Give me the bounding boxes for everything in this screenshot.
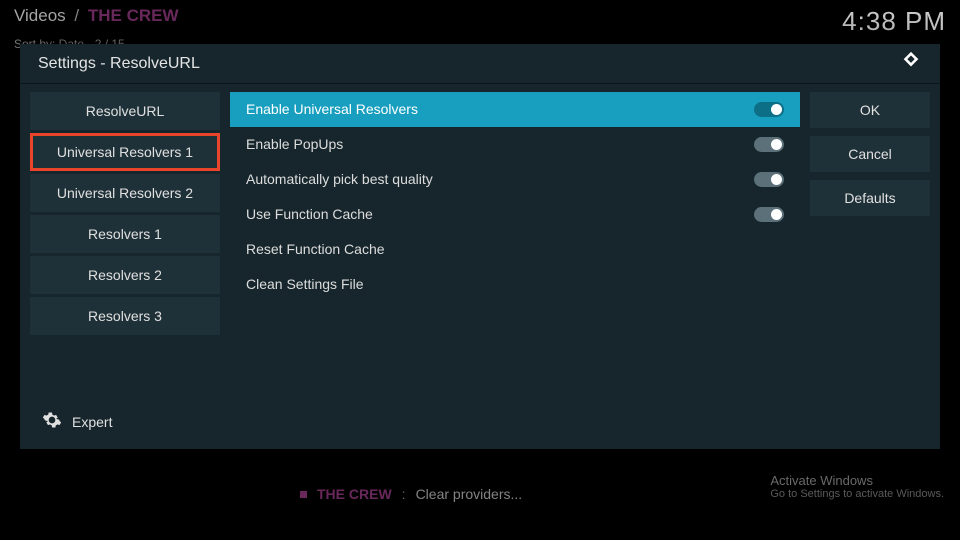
watermark-sub: Go to Settings to activate Windows. <box>770 488 944 500</box>
gear-icon <box>42 410 62 433</box>
setting-enable-universal-resolvers[interactable]: Enable Universal Resolvers <box>230 92 800 127</box>
background-list-item: THE CREW : Clear providers... <box>300 486 522 502</box>
cancel-button[interactable]: Cancel <box>810 136 930 172</box>
toggle-switch[interactable] <box>754 102 784 117</box>
setting-label: Automatically pick best quality <box>246 171 433 187</box>
toggle-switch[interactable] <box>754 207 784 222</box>
clock: 4:38 PM <box>842 6 946 37</box>
settings-main: Enable Universal Resolvers Enable PopUps… <box>230 92 800 441</box>
sidebar-item-resolvers-1[interactable]: Resolvers 1 <box>30 215 220 253</box>
breadcrumb-root[interactable]: Videos <box>14 6 66 25</box>
ok-button[interactable]: OK <box>810 92 930 128</box>
watermark-title: Activate Windows <box>770 473 944 488</box>
settings-level-button[interactable]: Expert <box>30 402 220 441</box>
dialog-header: Settings - ResolveURL <box>20 44 940 84</box>
kodi-logo-icon <box>900 50 922 77</box>
setting-label: Enable PopUps <box>246 136 343 152</box>
dialog-buttons: OK Cancel Defaults <box>810 92 930 441</box>
setting-use-function-cache[interactable]: Use Function Cache <box>230 197 800 232</box>
setting-reset-function-cache[interactable]: Reset Function Cache <box>230 232 800 267</box>
sidebar-item-resolveurl[interactable]: ResolveURL <box>30 92 220 130</box>
settings-dialog: Settings - ResolveURL ResolveURL Univers… <box>20 44 940 449</box>
settings-level-label: Expert <box>72 414 112 430</box>
sidebar-item-universal-resolvers-2[interactable]: Universal Resolvers 2 <box>30 174 220 212</box>
setting-clean-settings-file[interactable]: Clean Settings File <box>230 267 800 302</box>
setting-label: Enable Universal Resolvers <box>246 101 418 117</box>
sidebar-item-resolvers-3[interactable]: Resolvers 3 <box>30 297 220 335</box>
breadcrumb: Videos / THE CREW <box>14 6 179 37</box>
setting-auto-pick-best-quality[interactable]: Automatically pick best quality <box>230 162 800 197</box>
sidebar-item-resolvers-2[interactable]: Resolvers 2 <box>30 256 220 294</box>
setting-label: Reset Function Cache <box>246 241 385 257</box>
setting-label: Use Function Cache <box>246 206 373 222</box>
dialog-title: Settings - ResolveURL <box>38 55 200 73</box>
bullet-icon <box>300 491 307 498</box>
background-action: Clear providers... <box>416 486 523 502</box>
setting-label: Clean Settings File <box>246 276 364 292</box>
background-source: THE CREW <box>317 486 392 502</box>
settings-sidebar: ResolveURL Universal Resolvers 1 Univers… <box>30 92 220 441</box>
breadcrumb-separator: / <box>74 6 79 25</box>
toggle-switch[interactable] <box>754 137 784 152</box>
breadcrumb-leaf[interactable]: THE CREW <box>88 6 179 25</box>
setting-enable-popups[interactable]: Enable PopUps <box>230 127 800 162</box>
windows-activation-watermark: Activate Windows Go to Settings to activ… <box>770 473 944 500</box>
toggle-switch[interactable] <box>754 172 784 187</box>
sidebar-item-universal-resolvers-1[interactable]: Universal Resolvers 1 <box>30 133 220 171</box>
defaults-button[interactable]: Defaults <box>810 180 930 216</box>
